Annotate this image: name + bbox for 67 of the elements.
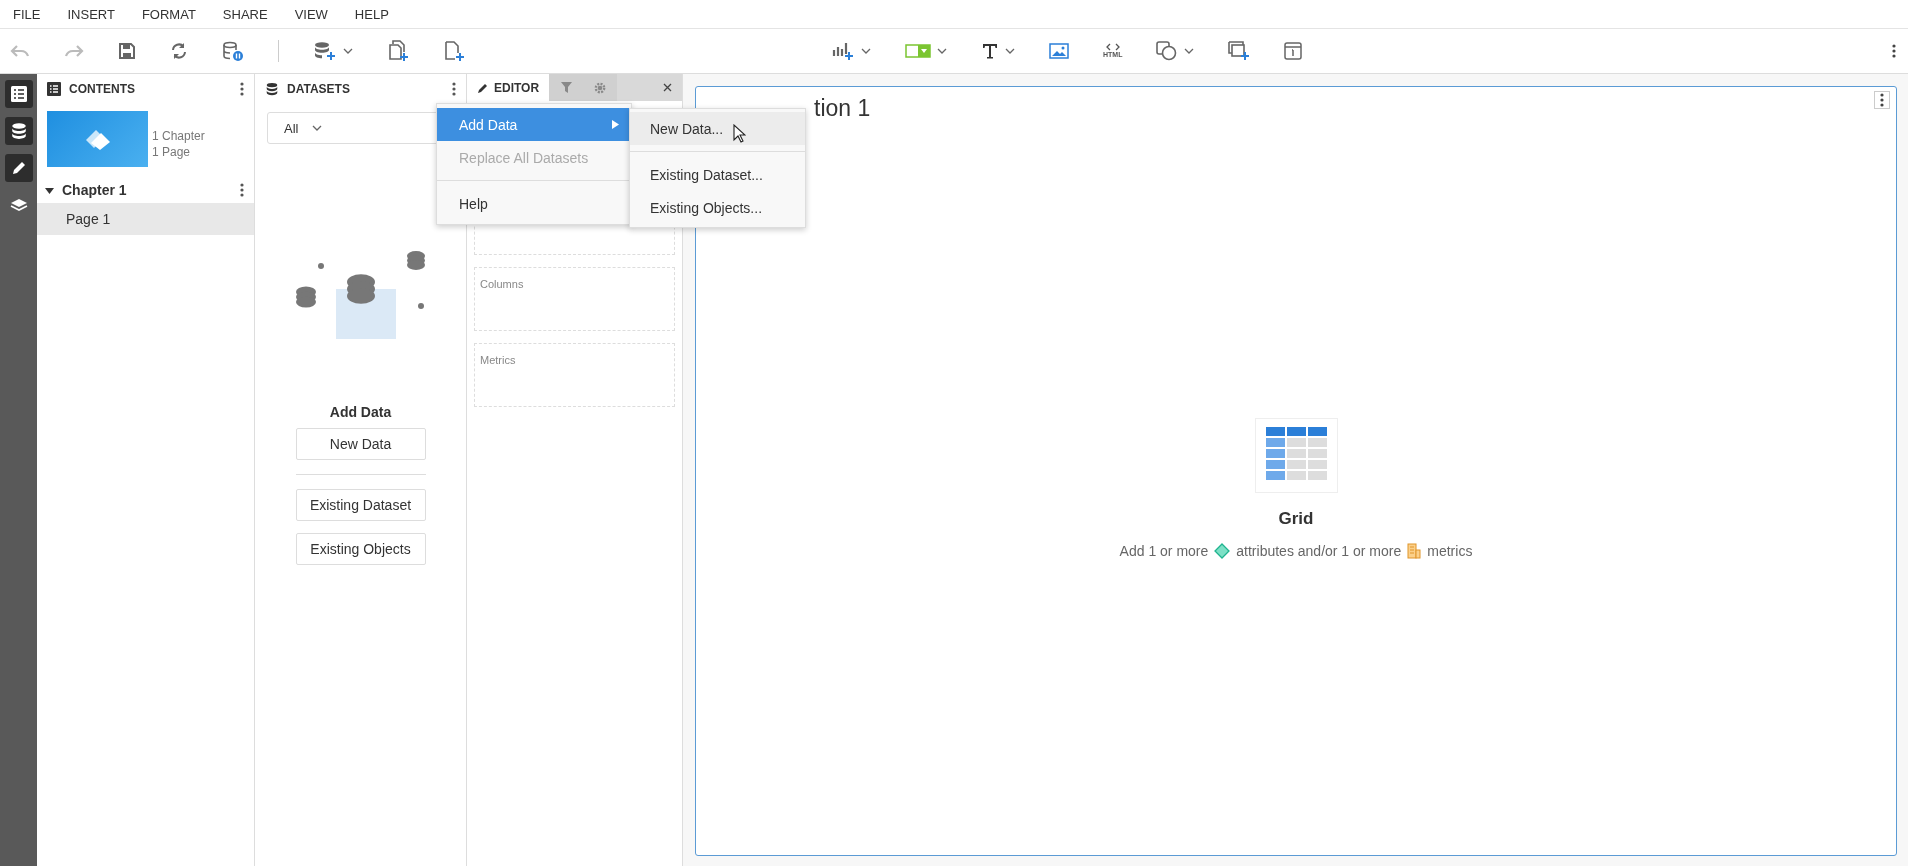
- duplicate-visualization-icon[interactable]: [1228, 41, 1251, 61]
- add-chart-icon[interactable]: [831, 41, 855, 61]
- submenu-arrow-icon: [612, 120, 619, 129]
- drop-zone[interactable]: Metrics: [474, 343, 675, 407]
- caret-icon[interactable]: [1184, 48, 1195, 54]
- chapter-title[interactable]: Chapter 1: [62, 182, 232, 198]
- more-icon[interactable]: [452, 82, 456, 96]
- menu-item[interactable]: FORMAT: [132, 6, 214, 22]
- filter-icon: [560, 82, 572, 93]
- table-of-contents-icon: [47, 82, 61, 96]
- menu-item[interactable]: INSERT: [58, 6, 133, 22]
- database-icon: [9, 122, 28, 140]
- panel-title: DATASETS: [287, 82, 351, 96]
- expanded-triangle-icon[interactable]: [45, 185, 54, 195]
- building-icon: [1407, 543, 1422, 559]
- new-data-button[interactable]: New Data: [295, 428, 426, 460]
- text-icon[interactable]: [981, 42, 999, 60]
- zone-label: Metrics: [480, 354, 516, 366]
- contents-panel-icon[interactable]: [4, 80, 33, 108]
- editor-panel-icon[interactable]: [4, 154, 33, 182]
- caret-icon[interactable]: [937, 48, 947, 54]
- zone-label: Columns: [480, 278, 524, 290]
- chapter-thumbnail[interactable]: [47, 111, 148, 167]
- database-pause-icon[interactable]: [222, 41, 244, 61]
- hint-text: attributes and/or 1 or more: [1236, 543, 1402, 559]
- more-icon[interactable]: [240, 183, 244, 197]
- existing-objects-button[interactable]: Existing Objects: [295, 533, 426, 565]
- summary-text: 1 Page: [152, 145, 192, 159]
- cursor-icon: [733, 124, 746, 143]
- refresh-icon[interactable]: [170, 42, 188, 60]
- close-icon[interactable]: [663, 83, 672, 92]
- save-icon[interactable]: [118, 42, 136, 60]
- editor-tab[interactable]: EDITOR: [467, 74, 550, 101]
- add-database-icon[interactable]: [313, 41, 337, 61]
- caret-icon[interactable]: [312, 125, 323, 131]
- caret-icon[interactable]: [861, 48, 871, 54]
- new-page-icon[interactable]: [443, 40, 465, 62]
- settings-icon: [594, 81, 607, 94]
- menu-item[interactable]: Help: [437, 187, 631, 220]
- caret-icon[interactable]: [1005, 48, 1015, 54]
- menu-item[interactable]: FILE: [4, 6, 59, 22]
- drop-zone[interactable]: Columns: [474, 267, 675, 331]
- existing-dataset-button[interactable]: Existing Dataset: [295, 489, 426, 521]
- menu-item[interactable]: New Data...: [630, 112, 805, 145]
- shapes-icon[interactable]: [1156, 41, 1179, 61]
- summary-text: 1 Chapter: [152, 129, 205, 143]
- page-item[interactable]: Page 1: [37, 203, 254, 235]
- menu-item[interactable]: VIEW: [285, 6, 346, 22]
- info-panel-icon[interactable]: [1284, 42, 1303, 60]
- menu-item[interactable]: HELP: [345, 6, 407, 22]
- more-icon[interactable]: [1892, 44, 1896, 58]
- grid-icon: [1265, 427, 1327, 480]
- image-icon[interactable]: [1049, 43, 1069, 59]
- menu-item[interactable]: SHARE: [213, 6, 286, 22]
- database-icon: [265, 82, 279, 96]
- placeholder-title: Grid: [1278, 509, 1314, 529]
- diamond-icon: [1214, 543, 1231, 559]
- datasets-panel-icon[interactable]: [4, 117, 33, 145]
- more-icon[interactable]: [1880, 93, 1884, 107]
- empty-title: Add Data: [328, 404, 393, 420]
- hint-text: metrics: [1427, 543, 1473, 559]
- pencil-icon: [477, 81, 489, 94]
- caret-icon[interactable]: [343, 48, 353, 54]
- duplicate-page-icon[interactable]: [387, 40, 409, 62]
- panel-title: CONTENTS: [69, 82, 136, 96]
- hint-text: Add 1 or more: [1119, 543, 1209, 559]
- more-icon[interactable]: [240, 82, 244, 96]
